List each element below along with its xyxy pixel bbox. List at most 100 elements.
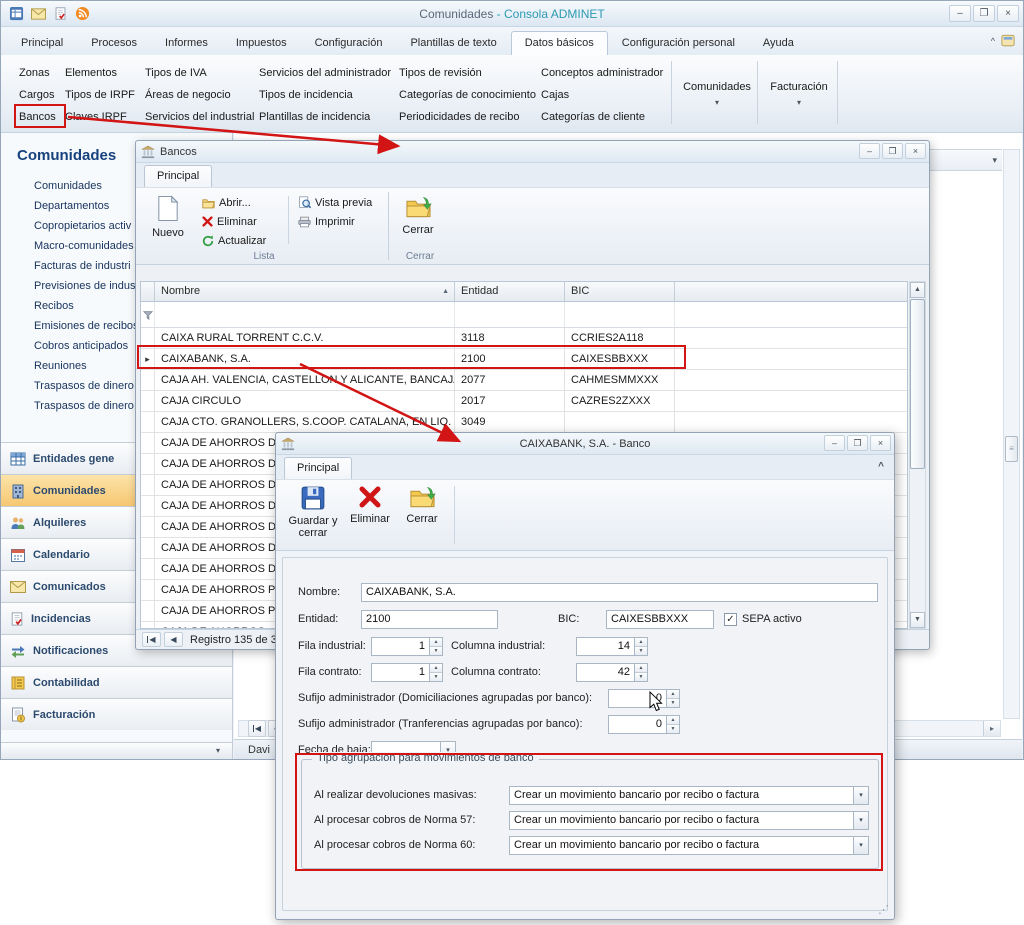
- ribbon-link-elementos[interactable]: Elementos: [65, 62, 135, 84]
- sepa-activo-checkbox[interactable]: ✓: [724, 613, 737, 626]
- tab-procesos[interactable]: Procesos: [77, 31, 151, 55]
- table-cell[interactable]: CAJA CTO. GRANOLLERS, S.COOP. CATALANA, …: [155, 412, 455, 432]
- cerrar-button[interactable]: Cerrar: [394, 192, 442, 249]
- norma-57-dropdown[interactable]: Crear un movimiento bancario por recibo …: [509, 811, 869, 830]
- tab-informes[interactable]: Informes: [151, 31, 222, 55]
- actualizar-button[interactable]: Actualizar: [196, 231, 284, 250]
- grid-filter-row[interactable]: [141, 302, 907, 328]
- spin-up-icon[interactable]: ▲: [430, 664, 442, 673]
- spin-up-icon[interactable]: ▲: [635, 638, 647, 647]
- columna-industrial-stepper[interactable]: 14▲▼: [576, 637, 648, 656]
- chevron-down-icon[interactable]: ▾: [853, 837, 868, 854]
- ribbon-link-categorias-de-cliente[interactable]: Categorías de cliente: [541, 106, 663, 128]
- ribbon-link-claves-irpf[interactable]: Claves IRPF: [65, 106, 135, 128]
- nav-item-contabilidad[interactable]: Contabilidad: [1, 666, 232, 698]
- vista-previa-button[interactable]: Vista previa: [292, 193, 382, 212]
- sufijo-domiciliaciones-stepper[interactable]: 0▲▼: [608, 689, 680, 708]
- eliminar-button[interactable]: Eliminar: [196, 212, 284, 231]
- ribbon-link-tipos-de-iva[interactable]: Tipos de IVA: [145, 62, 254, 84]
- spin-down-icon[interactable]: ▼: [667, 725, 679, 733]
- table-cell[interactable]: CAZRES2ZXXX: [565, 391, 675, 411]
- ribbon-link-tipos-de-incidencia[interactable]: Tipos de incidencia: [259, 84, 391, 106]
- close-icon[interactable]: ×: [997, 5, 1019, 22]
- tab-configuracion[interactable]: Configuración: [301, 31, 397, 55]
- close-icon[interactable]: ×: [870, 435, 891, 451]
- tab-configuracion-personal[interactable]: Configuración personal: [608, 31, 749, 55]
- spin-up-icon[interactable]: ▲: [635, 664, 647, 673]
- chevron-down-icon[interactable]: ▾: [853, 812, 868, 829]
- nombre-field[interactable]: CAIXABANK, S.A.: [361, 583, 878, 602]
- spin-up-icon[interactable]: ▲: [667, 716, 679, 725]
- columna-contrato-stepper[interactable]: 42▲▼: [576, 663, 648, 682]
- tab-principal[interactable]: Principal: [144, 165, 212, 187]
- vertical-scrollbar[interactable]: ≡: [1003, 149, 1020, 719]
- ribbon-link-tipos-de-revision[interactable]: Tipos de revisión: [399, 62, 536, 84]
- abrir-button[interactable]: Abrir...: [196, 193, 284, 212]
- feed-icon[interactable]: [73, 5, 91, 23]
- app-icon[interactable]: [7, 5, 25, 23]
- ribbon-link-cargos[interactable]: Cargos: [19, 84, 56, 106]
- table-cell[interactable]: CAIXESBBXXX: [565, 349, 675, 369]
- table-row[interactable]: CAJA CIRCULO2017CAZRES2ZXXX: [141, 391, 907, 412]
- table-cell[interactable]: CCRIES2A118: [565, 328, 675, 348]
- tab-ayuda[interactable]: Ayuda: [749, 31, 808, 55]
- nav-item-facturacion[interactable]: Facturación: [1, 698, 232, 730]
- column-header-nombre[interactable]: Nombre▲: [155, 282, 455, 301]
- ribbon-pin-icon[interactable]: [1001, 34, 1015, 47]
- ribbon-button-comunidades[interactable]: Comunidades ▾: [679, 61, 755, 127]
- table-cell[interactable]: CAIXA RURAL TORRENT C.C.V.: [155, 328, 455, 348]
- scroll-right-icon[interactable]: ▸: [983, 721, 1000, 736]
- tab-principal[interactable]: Principal: [284, 457, 352, 479]
- ribbon-link-areas-de-negocio[interactable]: Áreas de negocio: [145, 84, 254, 106]
- cerrar-button[interactable]: Cerrar: [398, 483, 446, 547]
- tasks-icon[interactable]: [51, 5, 69, 23]
- ribbon-link-periodicidades-de-recibo[interactable]: Periodicidades de recibo: [399, 106, 536, 128]
- imprimir-button[interactable]: Imprimir: [292, 212, 382, 231]
- ribbon-collapse-icon[interactable]: ^: [991, 36, 995, 46]
- bic-field[interactable]: CAIXESBBXXX: [606, 610, 714, 629]
- scroll-down-icon[interactable]: ▼: [910, 612, 925, 628]
- table-cell[interactable]: CAIXABANK, S.A.: [155, 349, 455, 369]
- spin-up-icon[interactable]: ▲: [667, 690, 679, 699]
- chevron-down-icon[interactable]: ▾: [216, 746, 220, 755]
- scrollbar-thumb[interactable]: [910, 299, 925, 469]
- guardar-y-cerrar-button[interactable]: Guardar y cerrar: [284, 483, 342, 547]
- spin-down-icon[interactable]: ▼: [430, 647, 442, 655]
- table-cell[interactable]: 3049: [455, 412, 565, 432]
- table-cell[interactable]: 2077: [455, 370, 565, 390]
- filter-cell[interactable]: [155, 302, 455, 327]
- column-chooser-icon[interactable]: ▾: [992, 155, 997, 166]
- table-cell[interactable]: CAJA AH. VALENCIA, CASTELLON Y ALICANTE,…: [155, 370, 455, 390]
- minimize-icon[interactable]: –: [824, 435, 845, 451]
- restore-icon[interactable]: ❐: [882, 143, 903, 159]
- ribbon-link-categorias-de-conocimiento[interactable]: Categorías de conocimiento: [399, 84, 536, 106]
- fila-contrato-stepper[interactable]: 1▲▼: [371, 663, 443, 682]
- ribbon-link-plantillas-de-incidencia[interactable]: Plantillas de incidencia: [259, 106, 391, 128]
- table-row[interactable]: CAJA CTO. GRANOLLERS, S.COOP. CATALANA, …: [141, 412, 907, 433]
- spin-down-icon[interactable]: ▼: [430, 673, 442, 681]
- filter-cell[interactable]: [565, 302, 675, 327]
- first-record-icon[interactable]: ◀: [142, 632, 161, 647]
- ribbon-button-facturacion[interactable]: Facturación ▾: [761, 61, 837, 127]
- ribbon-link-conceptos-administrador[interactable]: Conceptos administrador: [541, 62, 663, 84]
- table-cell[interactable]: 3118: [455, 328, 565, 348]
- spin-up-icon[interactable]: ▲: [430, 638, 442, 647]
- mail-icon[interactable]: [29, 5, 47, 23]
- table-cell[interactable]: 2017: [455, 391, 565, 411]
- minimize-icon[interactable]: –: [859, 143, 880, 159]
- table-cell[interactable]: 2100: [455, 349, 565, 369]
- fila-industrial-stepper[interactable]: 1▲▼: [371, 637, 443, 656]
- spin-down-icon[interactable]: ▼: [635, 673, 647, 681]
- ribbon-link-bancos[interactable]: Bancos: [19, 106, 56, 128]
- ribbon-link-zonas[interactable]: Zonas: [19, 62, 56, 84]
- table-row[interactable]: CAJA AH. VALENCIA, CASTELLON Y ALICANTE,…: [141, 370, 907, 391]
- chevron-down-icon[interactable]: ▾: [853, 787, 868, 804]
- tab-plantillas-de-texto[interactable]: Plantillas de texto: [396, 31, 510, 55]
- norma-60-dropdown[interactable]: Crear un movimiento bancario por recibo …: [509, 836, 869, 855]
- table-row[interactable]: CAIXA RURAL TORRENT C.C.V.3118CCRIES2A11…: [141, 328, 907, 349]
- first-record-icon[interactable]: ◀: [248, 720, 266, 737]
- devoluciones-masivas-dropdown[interactable]: Crear un movimiento bancario por recibo …: [509, 786, 869, 805]
- table-row[interactable]: ▸CAIXABANK, S.A.2100CAIXESBBXXX: [141, 349, 907, 370]
- table-cell[interactable]: [565, 412, 675, 432]
- resize-grip[interactable]: ⋰: [878, 903, 889, 916]
